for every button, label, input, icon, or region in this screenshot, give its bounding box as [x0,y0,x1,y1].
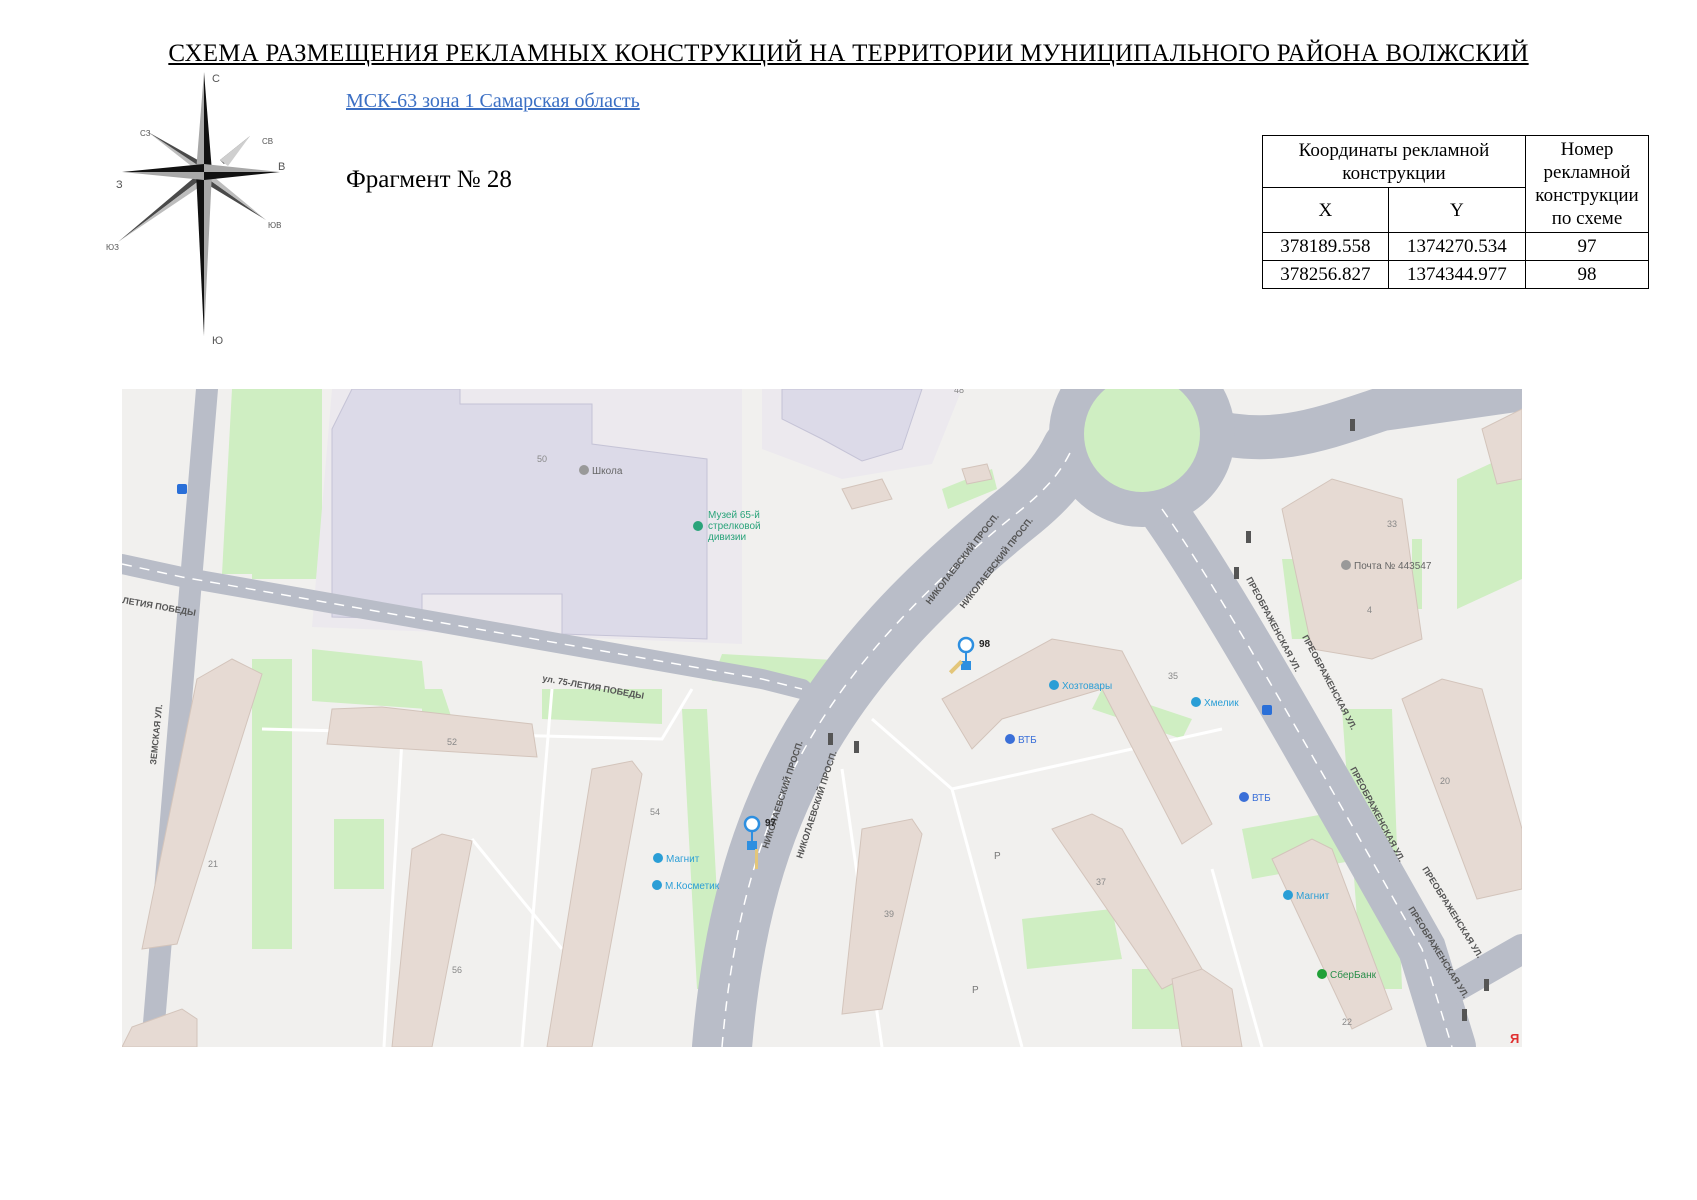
house-number: 39 [884,909,894,919]
compass-ne-label: СВ [262,137,273,146]
compass-main-points [122,72,280,336]
compass-nw-label: СЗ [140,129,151,138]
crs-link[interactable]: МСК-63 зона 1 Самарская область [346,90,640,113]
cell-x: 378256.827 [1262,260,1389,289]
house-number: 37 [1096,877,1106,887]
cell-y: 1374344.977 [1387,260,1527,289]
header-x: X [1262,187,1389,233]
poi-label[interactable]: Школа [592,466,623,477]
map-provider-logo: Я [1510,1031,1519,1046]
compass-e-label: В [278,161,285,173]
house-number: 22 [1342,1017,1352,1027]
header-number: Номер рекламной конструкции по схеме [1525,135,1649,233]
parking-label: P [994,851,1001,862]
poi-label[interactable]: М.Косметик [665,881,720,892]
school-icon [579,465,589,475]
bank-icon [1239,792,1249,802]
poi-label[interactable]: Почта № 443547 [1354,561,1432,572]
poi-label[interactable]: СберБанк [1330,969,1377,981]
poi-label[interactable]: стрелковой [708,521,761,532]
shop-icon [1283,890,1293,900]
compass-rose: С Ю В З СЗ СВ ЮВ ЮЗ [106,72,285,347]
museum-icon [693,521,703,531]
compass-w-label: З [116,179,123,191]
house-number: 21 [208,859,218,869]
compass-se-label: ЮВ [268,221,281,230]
page-title: СХЕМА РАЗМЕЩЕНИЯ РЕКЛАМНЫХ КОНСТРУКЦИЙ Н… [168,40,1529,67]
poi-label[interactable]: Магнит [666,854,700,865]
poi-label[interactable]: Музей 65-й [708,510,760,521]
header-y: Y [1387,187,1527,233]
post-icon [1341,560,1351,570]
shop-icon [652,880,662,890]
coordinates-table: Координаты рекламной конструкции Номер р… [1262,135,1649,289]
house-number: 56 [452,965,462,975]
house-number: 35 [1168,671,1178,681]
map-view[interactable]: ул. 75-ЛЕТИЯ ПОБЕДЫ ЛЕТИЯ ПОБЕДЫ ЗЕМСКАЯ… [122,389,1522,1047]
cell-number: 97 [1525,232,1649,261]
poi-label[interactable]: Хозтовары [1062,681,1112,692]
bank-icon [1317,969,1327,979]
house-number: 20 [1440,776,1450,786]
header-coordinates: Координаты рекламной конструкции [1262,135,1526,188]
bank-icon [1005,734,1015,744]
parking-label: P [972,985,979,996]
poi-label[interactable]: ВТБ [1018,735,1037,746]
house-number: 54 [650,807,660,817]
compass-s-label: Ю [212,335,223,347]
shop-icon [1049,680,1059,690]
marker-label: 97 [765,818,777,829]
compass-ne-sw-points [118,132,266,242]
house-number: 48 [954,389,964,395]
poi-label[interactable]: ВТБ [1252,793,1271,804]
house-number: 4 [1367,605,1372,615]
table-row: 378256.827 1374344.977 98 [1262,260,1649,289]
fragment-number: Фрагмент № 28 [346,166,512,193]
house-number: 33 [1387,519,1397,529]
poi-label[interactable]: Хмелик [1204,698,1239,709]
compass-sw-label: ЮЗ [106,243,119,252]
poi-label[interactable]: Магнит [1296,891,1330,902]
cell-x: 378189.558 [1262,232,1389,261]
table-row: 378189.558 1374270.534 97 [1262,232,1649,261]
house-number: 52 [447,737,457,747]
cell-number: 98 [1525,260,1649,289]
compass-n-label: С [212,73,220,85]
marker-label: 98 [979,639,991,650]
shop-icon [653,853,663,863]
cell-y: 1374270.534 [1387,232,1527,261]
shop-icon [1191,697,1201,707]
poi-label[interactable]: дивизии [708,532,746,543]
house-number: 50 [537,454,547,464]
